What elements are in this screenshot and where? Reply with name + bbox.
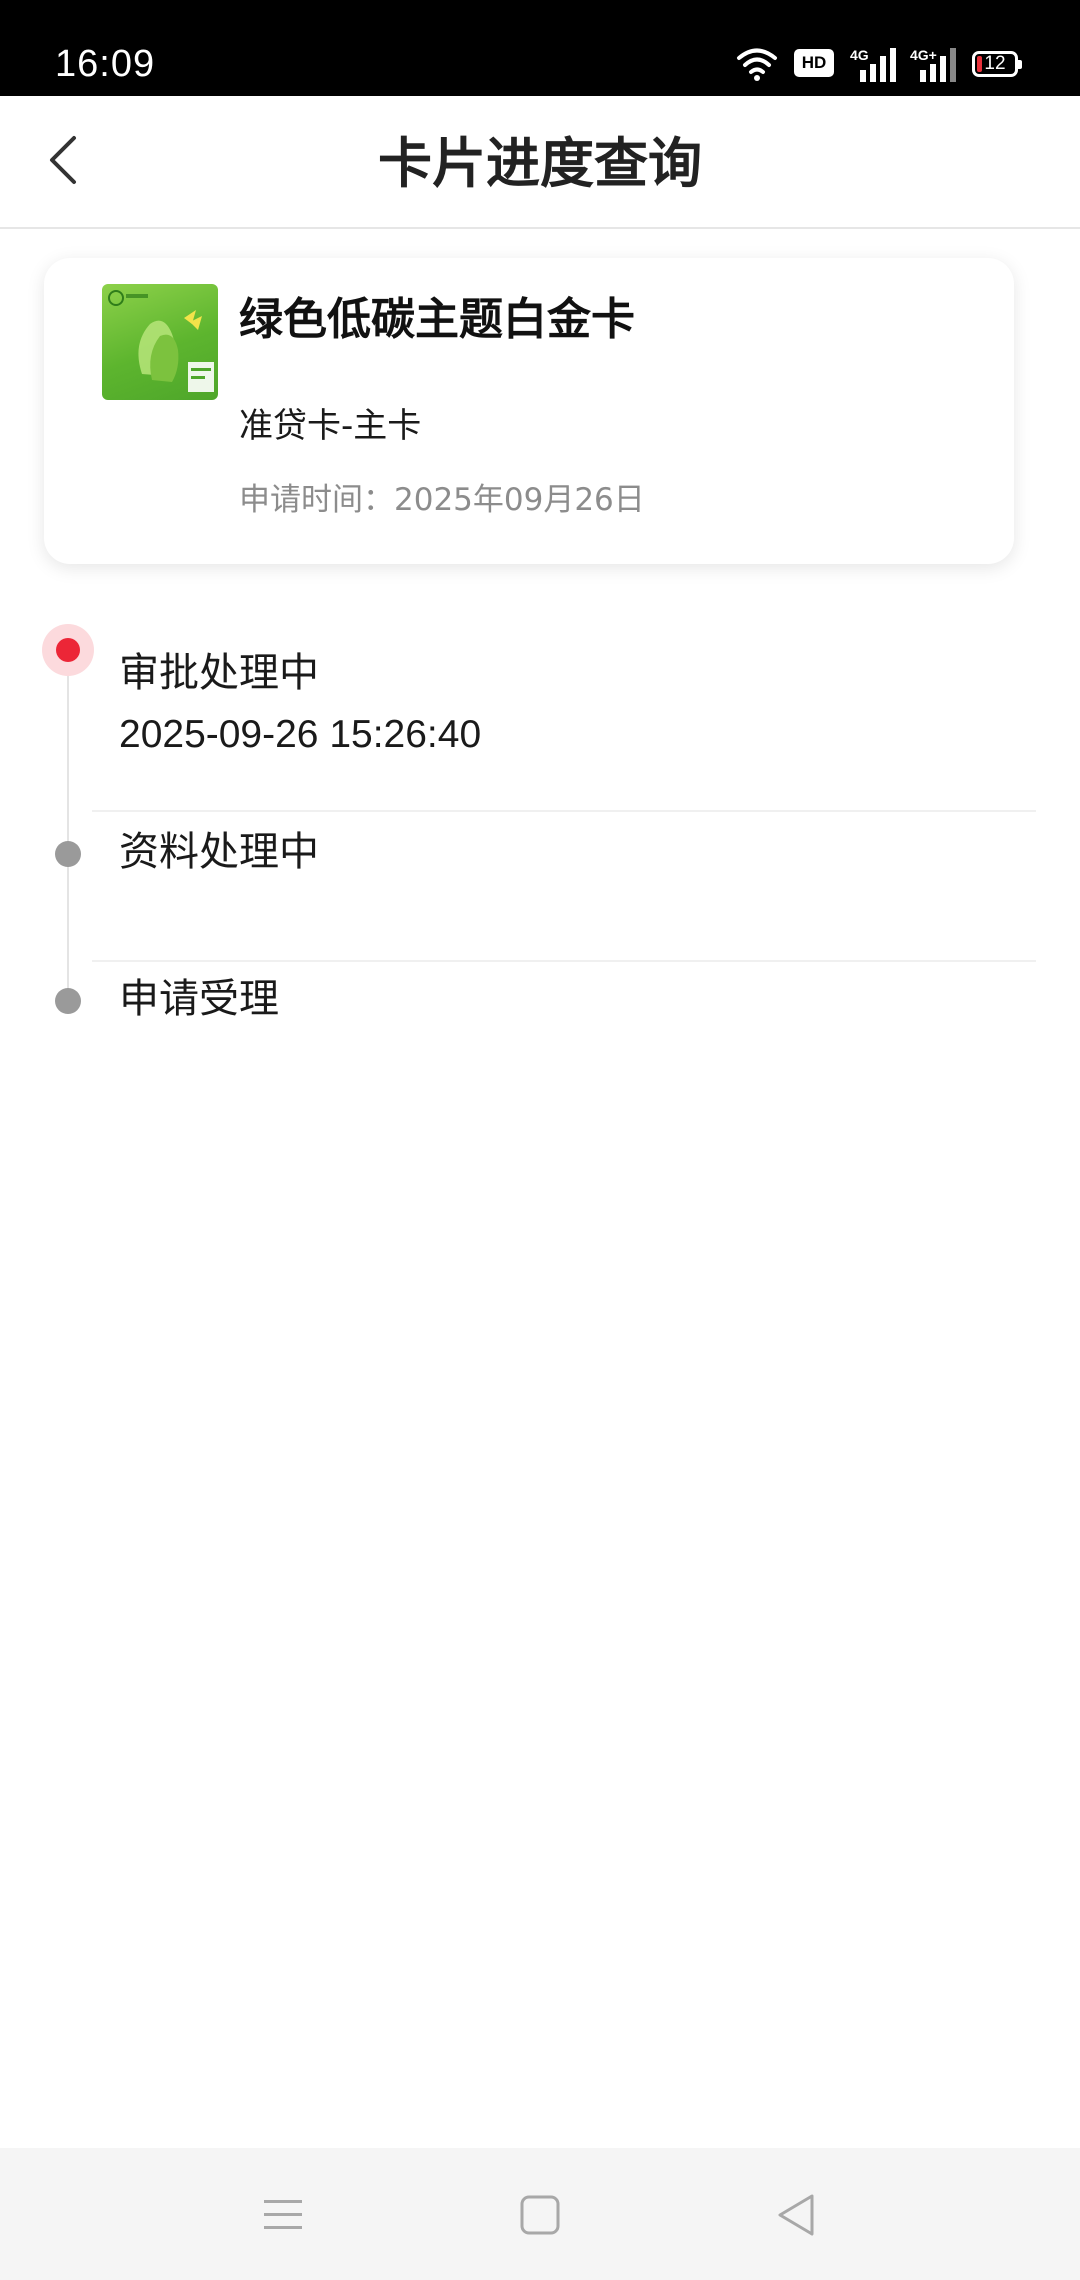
pending-status-dot	[55, 841, 81, 867]
progress-timeline: 审批处理中 2025-09-26 15:26:40 资料处理中 申请受理	[0, 600, 1080, 1060]
home-icon[interactable]	[513, 2188, 567, 2242]
header: 卡片进度查询	[0, 96, 1080, 229]
step-time: 2025-09-26 15:26:40	[119, 713, 482, 756]
step-label: 申请受理	[119, 976, 279, 1022]
status-time: 16:09	[55, 43, 156, 85]
card-image	[102, 284, 218, 400]
battery-text: 12	[984, 53, 1006, 74]
page: 16:09 HD 4G 4G+ 12 卡片进度查询 绿色低碳主题白金卡 准贷卡-…	[0, 0, 1080, 2280]
battery-icon: 12	[972, 51, 1022, 77]
system-nav-bar	[0, 2148, 1080, 2280]
active-status-dot	[42, 624, 94, 676]
signal-4g-icon: 4G	[850, 47, 896, 82]
card-type: 准贷卡-主卡	[239, 406, 422, 446]
svg-text:4G: 4G	[850, 47, 869, 63]
hd-icon: HD	[794, 49, 834, 77]
page-title: 卡片进度查询	[378, 132, 702, 195]
divider	[92, 810, 1036, 812]
wifi-icon	[737, 48, 777, 81]
status-bar: 16:09 HD 4G 4G+ 12	[0, 0, 1080, 96]
back-icon[interactable]	[770, 2188, 824, 2242]
card-name: 绿色低碳主题白金卡	[239, 294, 635, 345]
signal-4g-plus-icon: 4G+	[910, 47, 956, 82]
step-label: 审批处理中	[119, 650, 319, 696]
pending-status-dot	[55, 988, 81, 1014]
timeline-line	[67, 650, 69, 990]
divider	[92, 960, 1036, 962]
card-info-panel[interactable]: 绿色低碳主题白金卡 准贷卡-主卡 申请时间：2025年09月26日	[44, 258, 1014, 564]
step-label: 资料处理中	[119, 829, 319, 875]
menu-icon[interactable]	[256, 2188, 310, 2242]
apply-time: 申请时间：2025年09月26日	[239, 482, 645, 518]
svg-text:4G+: 4G+	[910, 47, 937, 63]
card-artwork	[108, 290, 214, 392]
